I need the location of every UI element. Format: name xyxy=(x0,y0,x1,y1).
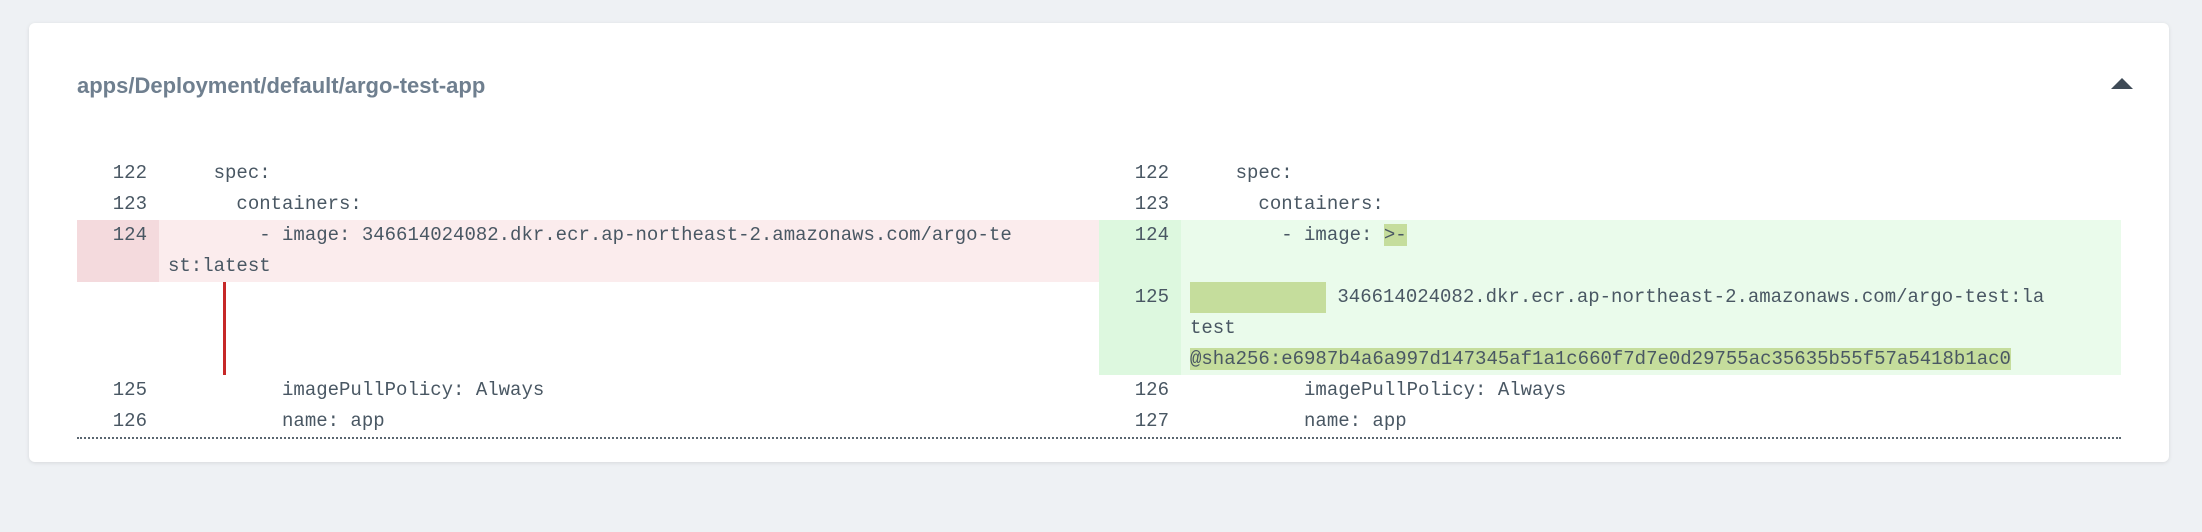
code-line: containers: xyxy=(168,193,362,215)
code-line: spec: xyxy=(168,162,271,184)
code-line: containers: xyxy=(1190,193,1384,215)
diff-end-divider xyxy=(77,437,2121,439)
line-number: 127 xyxy=(1134,410,1169,432)
code-line-added: 346614024082.dkr.ecr.ap-northeast-2.amaz… xyxy=(1181,282,2121,375)
line-number: 125 xyxy=(112,379,147,401)
diff-line-added: 125 346614024082.dkr.ecr.ap-northeast-2.… xyxy=(1099,282,2121,375)
line-number: 122 xyxy=(112,162,147,184)
resource-title: apps/Deployment/default/argo-test-app xyxy=(77,73,486,98)
diff-line-added: 124 - image: >- xyxy=(1099,220,2121,251)
diff-line: 126 imagePullPolicy: Always xyxy=(1099,375,2121,406)
code-text: test xyxy=(1190,317,1236,339)
line-number: 126 xyxy=(112,410,147,432)
code-fill xyxy=(1181,251,2121,282)
line-number: 122 xyxy=(1134,162,1169,184)
diff-line: 123 containers: xyxy=(77,189,1099,220)
line-number: 124 xyxy=(1099,220,1181,251)
code-line: spec: xyxy=(1190,162,1293,184)
diff-card: apps/Deployment/default/argo-test-app 12… xyxy=(29,23,2169,462)
code-line: name: app xyxy=(168,410,385,432)
changed-token: >- xyxy=(1383,224,1407,246)
diff-line: 127 name: app xyxy=(1099,406,2121,437)
code-text: - image: xyxy=(1190,224,1384,246)
code-line: imagePullPolicy: Always xyxy=(168,379,545,401)
code-text: - image: 346614024082.dkr.ecr.ap-northea… xyxy=(168,224,1012,246)
code-text: st:latest xyxy=(168,255,271,277)
line-number: 125 xyxy=(1099,282,1181,375)
caret-up-icon[interactable] xyxy=(2111,78,2133,89)
change-marker xyxy=(223,282,226,375)
diff-line-added-spacer xyxy=(1099,251,2121,282)
code-text: 346614024082.dkr.ecr.ap-northeast-2.amaz… xyxy=(1326,286,2045,308)
gutter-fill xyxy=(77,251,159,282)
gutter-fill xyxy=(1099,251,1181,282)
code-line: imagePullPolicy: Always xyxy=(1190,379,1567,401)
line-number: 126 xyxy=(1134,379,1169,401)
changed-token: @sha256:e6987b4a6a997d147345af1a1c660f7d… xyxy=(1190,348,2011,370)
code-line: name: app xyxy=(1190,410,1407,432)
code-line-added: - image: >- xyxy=(1181,220,2121,251)
diff-line-wrap: st:latest xyxy=(77,251,1099,282)
diff-line: 125 imagePullPolicy: Always xyxy=(77,375,1099,406)
line-number: 123 xyxy=(112,193,147,215)
diff-line: 122 spec: xyxy=(77,158,1099,189)
line-number: 123 xyxy=(1134,193,1169,215)
diff-line: 126 name: app xyxy=(77,406,1099,437)
diff-line: 122 spec: xyxy=(1099,158,2121,189)
changed-indent xyxy=(1190,282,1326,313)
code-wrap: st:latest xyxy=(77,251,1099,282)
diff-line: 123 containers: xyxy=(1099,189,2121,220)
